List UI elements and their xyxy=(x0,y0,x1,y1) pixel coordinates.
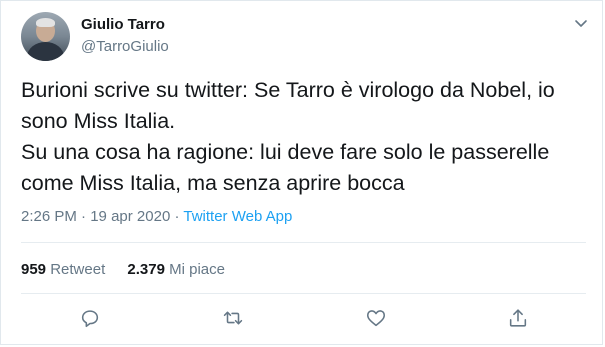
retweet-icon[interactable] xyxy=(222,307,244,329)
divider xyxy=(21,242,586,243)
reply-icon[interactable] xyxy=(79,307,101,329)
likes-stat[interactable]: 2.379 Mi piace xyxy=(127,261,225,278)
author-handle[interactable]: @TarroGiulio xyxy=(81,38,169,55)
likes-count: 2.379 xyxy=(127,261,165,278)
tweet-meta: 2:26 PM · 19 apr 2020 · Twitter Web App xyxy=(21,208,292,225)
tweet-stats: 959 Retweet 2.379 Mi piace xyxy=(21,261,243,278)
retweets-label: Retweet xyxy=(50,261,106,278)
tweet-time[interactable]: 2:26 PM xyxy=(21,208,77,225)
retweets-count: 959 xyxy=(21,261,47,278)
meta-separator: · xyxy=(81,208,87,225)
retweets-stat[interactable]: 959 Retweet xyxy=(21,261,105,278)
author-display-name[interactable]: Giulio Tarro xyxy=(81,16,165,33)
share-icon[interactable] xyxy=(507,307,529,329)
avatar-hair xyxy=(36,18,55,27)
avatar-body xyxy=(27,42,64,61)
tweet-date[interactable]: 19 apr 2020 xyxy=(90,208,170,225)
chevron-down-icon[interactable] xyxy=(573,15,589,31)
avatar[interactable] xyxy=(21,12,70,61)
tweet-source-link[interactable]: Twitter Web App xyxy=(183,208,292,225)
heart-icon[interactable] xyxy=(365,307,387,329)
tweet-text: Burioni scrive su twitter: Se Tarro è vi… xyxy=(21,78,555,195)
tweet-actions xyxy=(1,307,604,331)
meta-separator: · xyxy=(174,208,180,225)
divider xyxy=(21,293,586,294)
tweet-card: Giulio Tarro @TarroGiulio Burioni scrive… xyxy=(0,0,603,345)
likes-label: Mi piace xyxy=(169,261,225,278)
